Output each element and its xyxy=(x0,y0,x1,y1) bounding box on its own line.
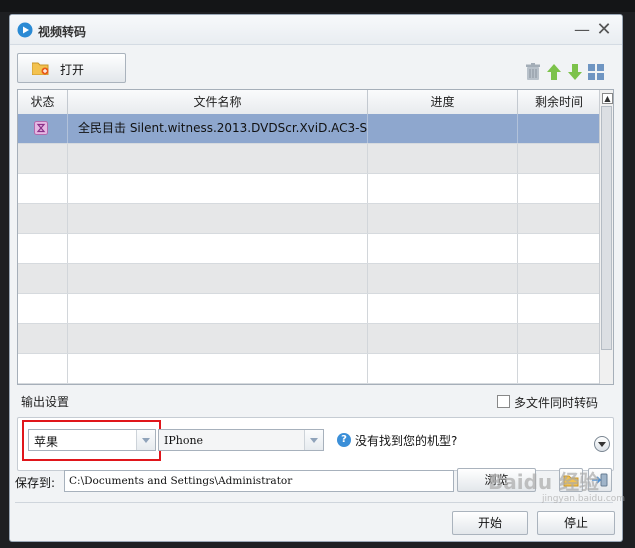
table-row[interactable]: 全民目击 Silent.witness.2013.DVDScr.XviD.AC3… xyxy=(18,114,600,144)
column-header-remaining[interactable]: 剩余时间 xyxy=(518,90,600,114)
vertical-scrollbar[interactable]: ▲ xyxy=(599,90,613,384)
model-select-value: IPhone xyxy=(164,434,204,447)
multi-file-checkbox[interactable] xyxy=(497,395,510,408)
move-down-icon[interactable] xyxy=(567,63,583,81)
table-row-empty xyxy=(18,174,600,204)
model-select[interactable]: IPhone xyxy=(158,429,324,451)
status-cell xyxy=(18,114,68,143)
browse-button[interactable]: 浏览 xyxy=(457,468,536,492)
open-folder-button[interactable] xyxy=(559,468,583,492)
window-title: 视频转码 xyxy=(38,25,87,39)
open-button-label: 打开 xyxy=(60,63,85,77)
start-button[interactable]: 开始 xyxy=(452,511,528,535)
grid-view-icon[interactable] xyxy=(588,63,604,81)
save-path-value: C:\Documents and Settings\Administrator xyxy=(69,475,293,487)
close-button[interactable]: ✕ xyxy=(594,20,614,40)
help-link-label: 没有找到您的机型? xyxy=(355,434,458,448)
annotation-highlight-box xyxy=(22,420,161,461)
save-to-label: 保存到: xyxy=(15,476,56,490)
column-header-progress[interactable]: 进度 xyxy=(368,90,518,114)
footer-divider xyxy=(15,502,613,503)
file-list-table: 状态 文件名称 进度 剩余时间 全民目击 Silent.witness.2013… xyxy=(17,89,614,385)
table-row-empty xyxy=(18,324,600,354)
question-icon: ? xyxy=(337,433,351,447)
background-strip xyxy=(0,0,635,12)
delete-icon[interactable] xyxy=(525,63,541,81)
folder-add-icon xyxy=(32,62,49,75)
table-row-empty xyxy=(18,234,600,264)
remaining-cell xyxy=(518,114,600,143)
chevron-down-icon[interactable] xyxy=(304,430,323,450)
output-settings-label: 输出设置 xyxy=(21,395,70,409)
open-button[interactable]: 打开 xyxy=(17,53,126,83)
column-header-filename[interactable]: 文件名称 xyxy=(68,90,368,114)
output-settings-panel: 苹果 IPhone ? 没有找到您的机型? xyxy=(17,417,614,471)
multi-file-label: 多文件同时转码 xyxy=(514,396,599,410)
folder-icon xyxy=(563,475,579,487)
filename-cell: 全民目击 Silent.witness.2013.DVDScr.XviD.AC3… xyxy=(68,114,368,143)
move-up-icon[interactable] xyxy=(546,63,562,81)
table-row-empty xyxy=(18,204,600,234)
column-header-status[interactable]: 状态 xyxy=(18,90,68,114)
minimize-button[interactable]: — xyxy=(572,20,592,40)
table-row-empty xyxy=(18,294,600,324)
table-header: 状态 文件名称 进度 剩余时间 xyxy=(18,90,600,115)
app-logo-icon xyxy=(17,22,33,38)
progress-cell xyxy=(368,114,518,143)
expand-options-button[interactable] xyxy=(594,436,610,452)
scrollbar-thumb[interactable] xyxy=(601,106,612,350)
export-button[interactable] xyxy=(588,468,612,492)
transcode-window: 视频转码 — ✕ 打开 状态 文件名称 进度 剩余时间 全民目击 Silent.… xyxy=(9,14,623,542)
save-path-input[interactable]: C:\Documents and Settings\Administrator xyxy=(64,470,454,492)
table-row-empty xyxy=(18,264,600,294)
table-row-empty xyxy=(18,354,600,384)
stop-button[interactable]: 停止 xyxy=(537,511,615,535)
titlebar: 视频转码 — ✕ xyxy=(10,15,622,45)
export-icon xyxy=(592,473,608,487)
table-row-empty xyxy=(18,144,600,174)
hourglass-icon xyxy=(34,121,48,135)
scroll-up-icon[interactable]: ▲ xyxy=(602,93,613,104)
